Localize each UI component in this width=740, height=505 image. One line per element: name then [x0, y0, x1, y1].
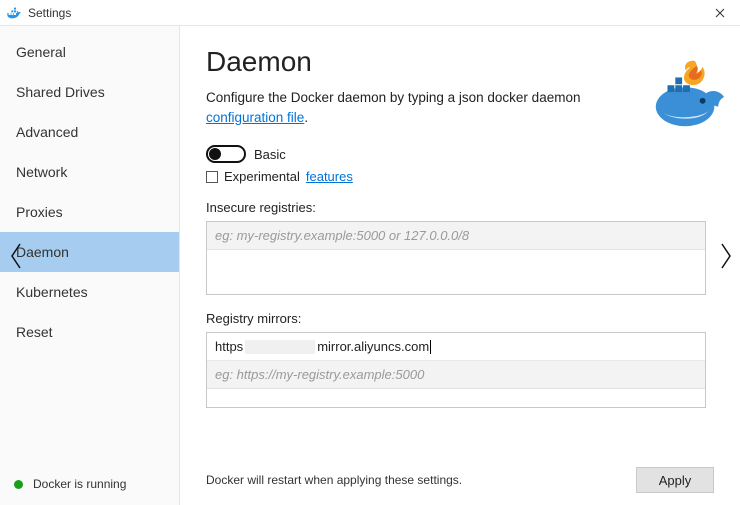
- text-caret-icon: [430, 340, 431, 354]
- sidebar-item-general[interactable]: General: [0, 32, 179, 72]
- experimental-checkbox[interactable]: [206, 171, 218, 183]
- configuration-file-link[interactable]: configuration file: [206, 110, 304, 125]
- redacted-segment: [245, 340, 315, 354]
- status-text: Docker is running: [33, 477, 126, 491]
- experimental-label: Experimental: [224, 169, 300, 184]
- apply-button[interactable]: Apply: [636, 467, 714, 493]
- window-title: Settings: [28, 6, 71, 20]
- sidebar-item-shared-drives[interactable]: Shared Drives: [0, 72, 179, 112]
- footer: Docker will restart when applying these …: [206, 467, 714, 493]
- mirror-prefix: https: [215, 339, 243, 354]
- insecure-registries-label: Insecure registries:: [206, 200, 714, 215]
- prev-arrow-icon[interactable]: [4, 234, 28, 278]
- close-button[interactable]: [706, 2, 734, 24]
- next-arrow-icon[interactable]: [714, 234, 738, 278]
- basic-toggle-label: Basic: [254, 147, 286, 162]
- sidebar-item-advanced[interactable]: Advanced: [0, 112, 179, 152]
- sidebar-item-reset[interactable]: Reset: [0, 312, 179, 352]
- main-panel: Daemon Configure the Docker daemon by ty…: [180, 26, 740, 505]
- registry-mirror-value: https mirror.aliyuncs.com: [207, 333, 705, 361]
- page-description: Configure the Docker daemon by typing a …: [206, 88, 646, 127]
- whale-icon: [6, 5, 22, 21]
- sidebar-item-proxies[interactable]: Proxies: [0, 192, 179, 232]
- insecure-placeholder: eg: my-registry.example:5000 or 127.0.0.…: [207, 222, 705, 250]
- status-bar: Docker is running: [0, 467, 179, 505]
- desc-post: .: [304, 110, 308, 125]
- status-dot-icon: [14, 480, 23, 489]
- page-title: Daemon: [206, 46, 714, 78]
- registry-mirrors-label: Registry mirrors:: [206, 311, 714, 326]
- registry-mirrors-input[interactable]: https mirror.aliyuncs.com eg: https://my-…: [206, 332, 706, 408]
- restart-note: Docker will restart when applying these …: [206, 473, 462, 487]
- toggle-knob-icon: [209, 148, 221, 160]
- sidebar-item-kubernetes[interactable]: Kubernetes: [0, 272, 179, 312]
- features-link[interactable]: features: [306, 169, 353, 184]
- titlebar: Settings: [0, 0, 740, 26]
- basic-toggle[interactable]: [206, 145, 246, 163]
- desc-text: Configure the Docker daemon by typing a …: [206, 90, 580, 105]
- mirror-suffix: mirror.aliyuncs.com: [317, 339, 429, 354]
- sidebar-item-network[interactable]: Network: [0, 152, 179, 192]
- insecure-registries-input[interactable]: eg: my-registry.example:5000 or 127.0.0.…: [206, 221, 706, 295]
- docker-whale-fire-icon: [648, 56, 726, 134]
- mirrors-placeholder: eg: https://my-registry.example:5000: [207, 361, 705, 389]
